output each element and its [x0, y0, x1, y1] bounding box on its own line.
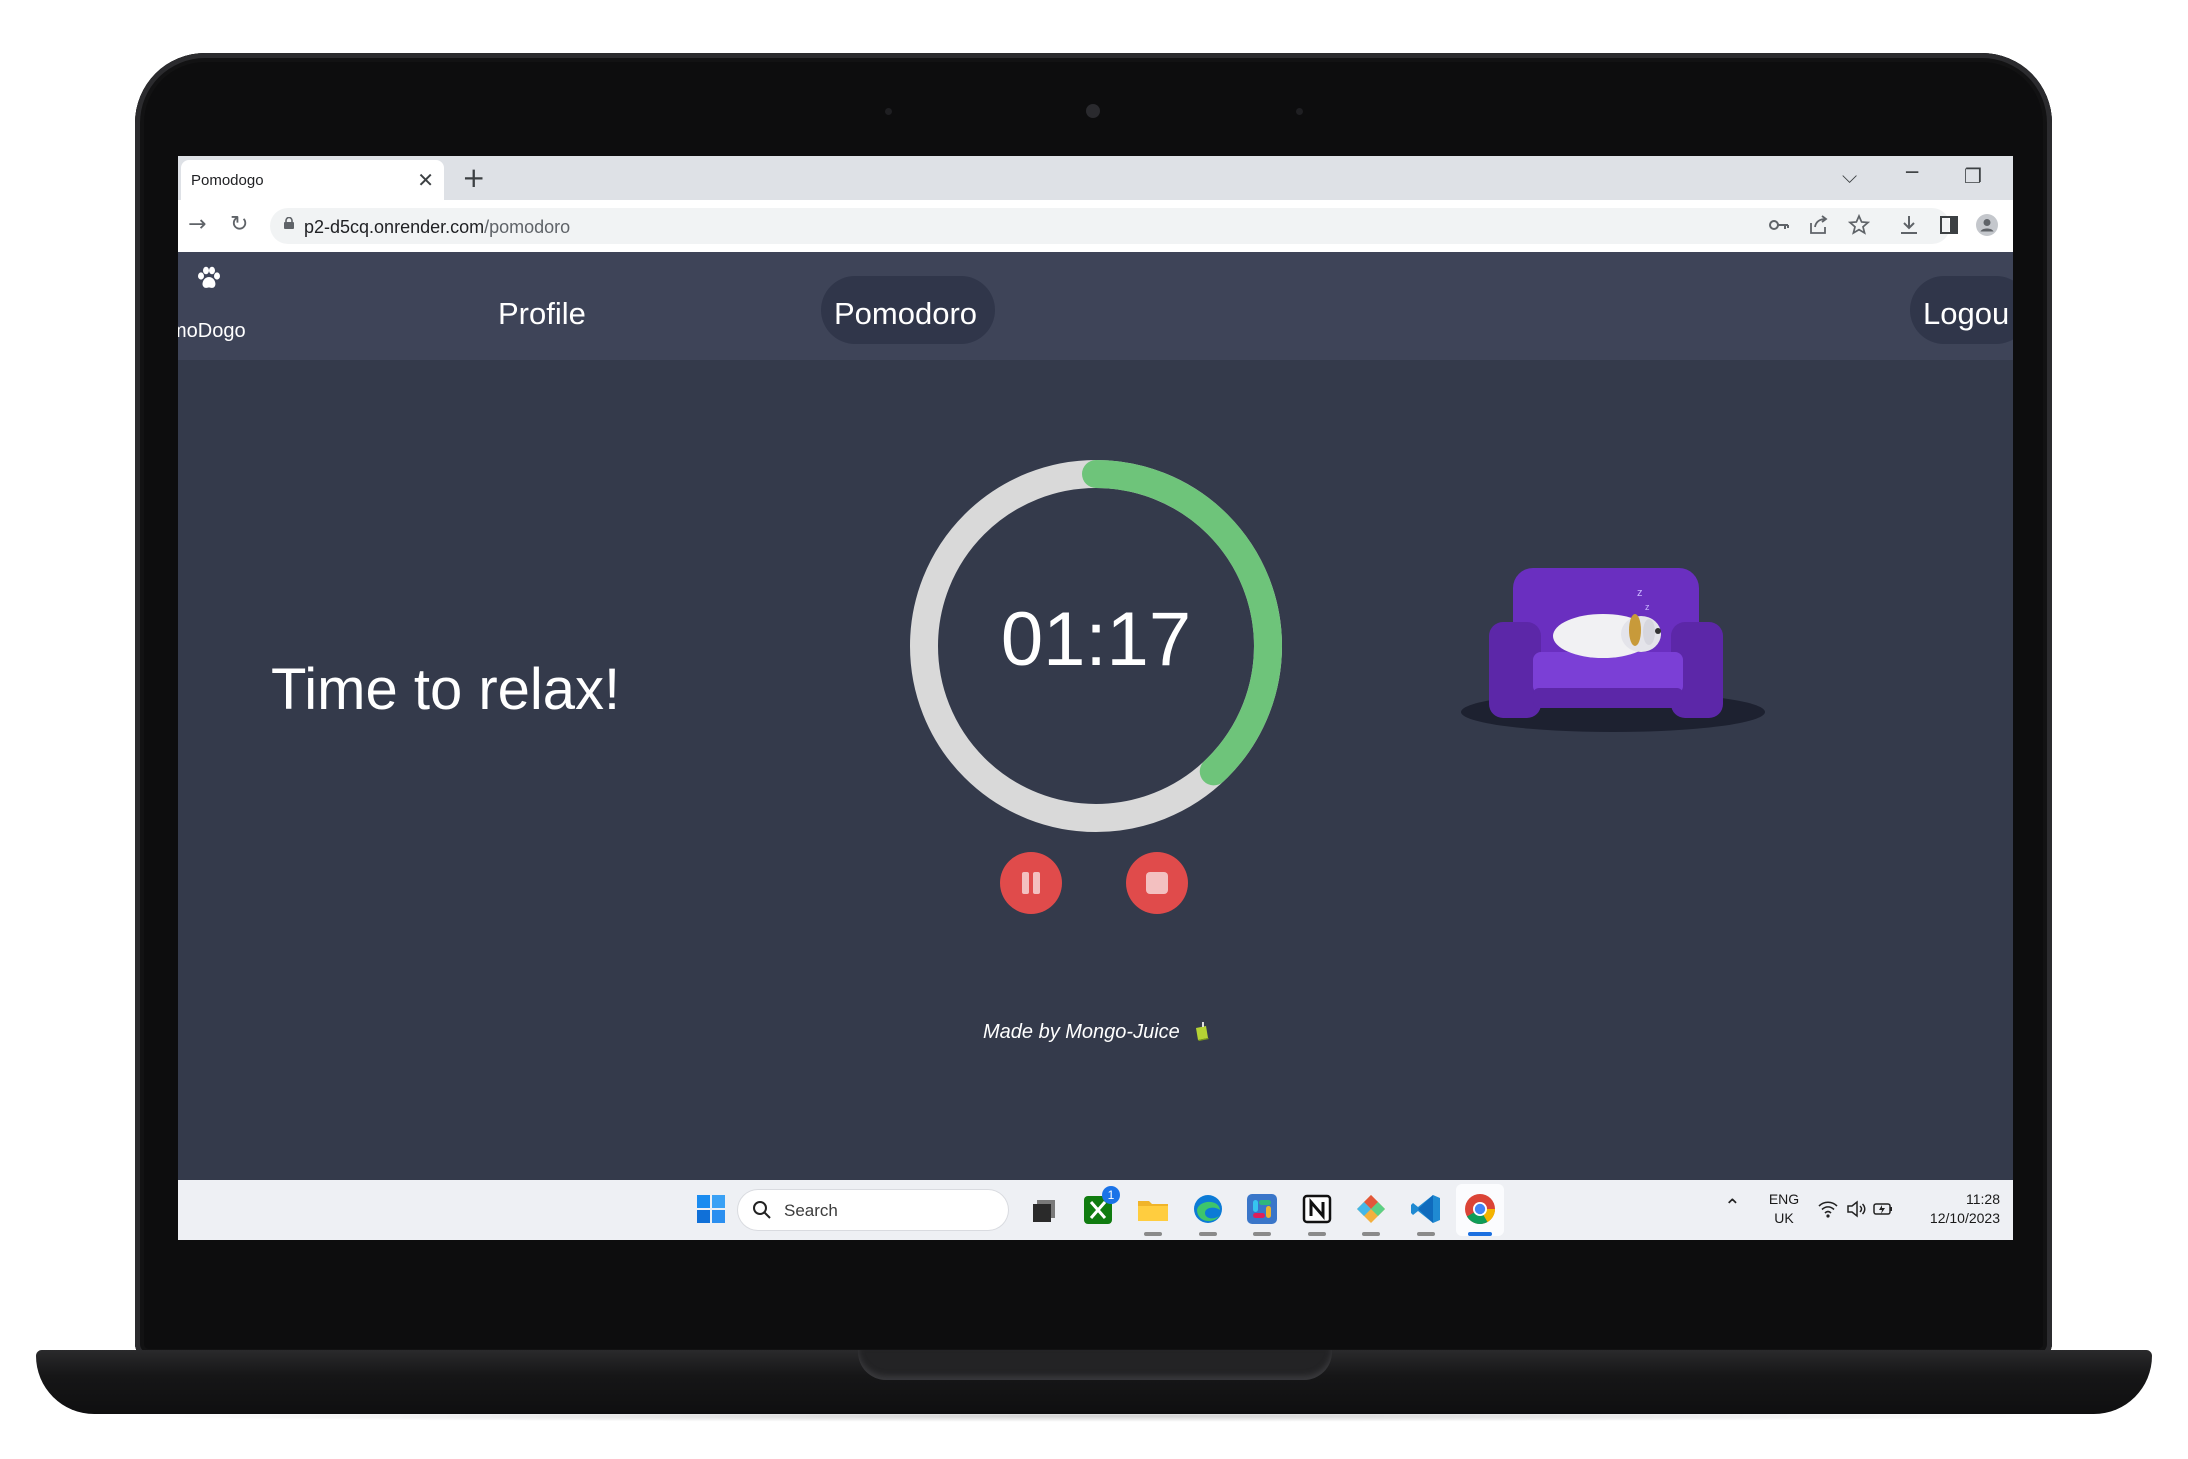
- juice-box-icon: [1196, 1022, 1210, 1041]
- running-indicator-explorer: [1144, 1232, 1162, 1236]
- side-panel-icon[interactable]: [1938, 214, 1960, 236]
- laptop-hinge-notch: [858, 1350, 1332, 1380]
- password-key-icon[interactable]: [1768, 214, 1790, 236]
- download-icon[interactable]: [1898, 214, 1920, 236]
- sleep-z-icon: z: [1637, 587, 1643, 599]
- laptop-shadow: [90, 1410, 2100, 1422]
- url-host: p2-d5cq.onrender.com: [304, 217, 485, 237]
- new-tab-icon[interactable]: +: [462, 161, 485, 194]
- clock[interactable]: 11:28 12/10/2023: [1906, 1190, 2000, 1228]
- language-code: ENG: [1768, 1191, 1800, 1207]
- search-icon: [753, 1201, 771, 1219]
- running-indicator-slack: [1253, 1232, 1271, 1236]
- running-indicator-git: [1362, 1232, 1380, 1236]
- pause-button[interactable]: [1000, 852, 1062, 914]
- screen: Pomodogo ✕ + ⌵ ─ ❐ → ↻ p2-d5cq.onrender.…: [178, 156, 2013, 1240]
- windows-taskbar: Search 1 ⌃ ENG UK 11:28 12/10/2023: [178, 1180, 2013, 1240]
- address-bar[interactable]: p2-d5cq.onrender.com/pomodoro: [270, 208, 1950, 244]
- pause-icon: [1022, 872, 1040, 894]
- profile-avatar-icon[interactable]: [1976, 214, 1998, 236]
- restore-icon[interactable]: ❐: [1964, 164, 1982, 188]
- battery-icon[interactable]: [1872, 1200, 1894, 1218]
- url-text: p2-d5cq.onrender.com/pomodoro: [304, 217, 570, 238]
- stop-button[interactable]: [1126, 852, 1188, 914]
- tab-search-chevron-icon[interactable]: ⌵: [1842, 164, 1857, 188]
- forward-icon[interactable]: →: [188, 212, 206, 237]
- tray-overflow-chevron-icon[interactable]: ⌃: [1724, 1194, 1741, 1218]
- browser-tab[interactable]: Pomodogo ✕: [181, 160, 444, 200]
- status-message: Time to relax!: [271, 657, 621, 722]
- clock-time: 11:28: [1966, 1191, 2000, 1207]
- stop-icon: [1146, 872, 1168, 894]
- start-icon[interactable]: [694, 1192, 728, 1226]
- slack-icon[interactable]: [1245, 1192, 1279, 1226]
- footer-text: Made by Mongo-Juice: [983, 1021, 1180, 1043]
- paw-logo-icon[interactable]: [194, 264, 224, 294]
- browser-toolbar: → ↻ p2-d5cq.onrender.com/pomodoro: [178, 200, 2013, 253]
- sleeping-dog-sofa-illustration: z z: [1461, 568, 1765, 732]
- lock-icon: [284, 217, 294, 229]
- vscode-icon[interactable]: [1409, 1192, 1443, 1226]
- webcam: [1086, 104, 1100, 118]
- sensor-right: [1296, 108, 1303, 115]
- notion-icon[interactable]: [1300, 1192, 1334, 1226]
- sensor-left: [885, 108, 892, 115]
- reload-icon[interactable]: ↻: [230, 212, 248, 237]
- file-explorer-icon[interactable]: [1136, 1192, 1170, 1226]
- wifi-icon[interactable]: [1818, 1200, 1838, 1218]
- share-icon[interactable]: [1808, 214, 1830, 236]
- chrome-icon[interactable]: [1463, 1192, 1497, 1226]
- running-indicator-edge: [1199, 1232, 1217, 1236]
- edge-icon[interactable]: [1191, 1192, 1225, 1226]
- search-label: Search: [784, 1201, 838, 1220]
- notification-badge: 1: [1102, 1186, 1120, 1204]
- browser-tab-strip: Pomodogo ✕ + ⌵ ─ ❐: [178, 156, 2013, 200]
- tab-close-icon[interactable]: ✕: [417, 168, 434, 192]
- region-code: UK: [1774, 1210, 1794, 1226]
- nav-profile-link[interactable]: Profile: [498, 296, 586, 332]
- bookmark-star-icon[interactable]: [1848, 214, 1870, 236]
- url-path: /pomodoro: [484, 217, 571, 237]
- running-indicator-notion: [1308, 1232, 1326, 1236]
- nav-pomodoro-link[interactable]: Pomodoro: [834, 296, 977, 332]
- footer-credit: Made by Mongo-Juice: [983, 1021, 1211, 1044]
- app-navbar: moDogo Profile Pomodoro Logou: [178, 252, 2013, 360]
- minimize-icon[interactable]: ─: [1906, 160, 1918, 184]
- nav-logout-pill[interactable]: Logou: [1910, 276, 2013, 344]
- task-view-icon[interactable]: [1028, 1192, 1062, 1226]
- running-indicator-vscode: [1417, 1232, 1435, 1236]
- nav-pomodoro-pill[interactable]: Pomodoro: [821, 276, 995, 344]
- active-app-indicator: [1468, 1232, 1492, 1236]
- brand-name[interactable]: moDogo: [178, 320, 246, 343]
- clock-date: 12/10/2023: [1929, 1210, 2000, 1226]
- nav-logout-link[interactable]: Logou: [1923, 296, 2009, 332]
- git-icon[interactable]: [1354, 1192, 1388, 1226]
- taskbar-search[interactable]: Search: [738, 1190, 1008, 1230]
- timer-display: 01:17: [1000, 597, 1192, 682]
- volume-icon[interactable]: [1846, 1200, 1866, 1218]
- language-indicator[interactable]: ENG UK: [1764, 1190, 1804, 1228]
- sleep-z-small-icon: z: [1645, 602, 1650, 612]
- tab-title: Pomodogo: [191, 172, 264, 189]
